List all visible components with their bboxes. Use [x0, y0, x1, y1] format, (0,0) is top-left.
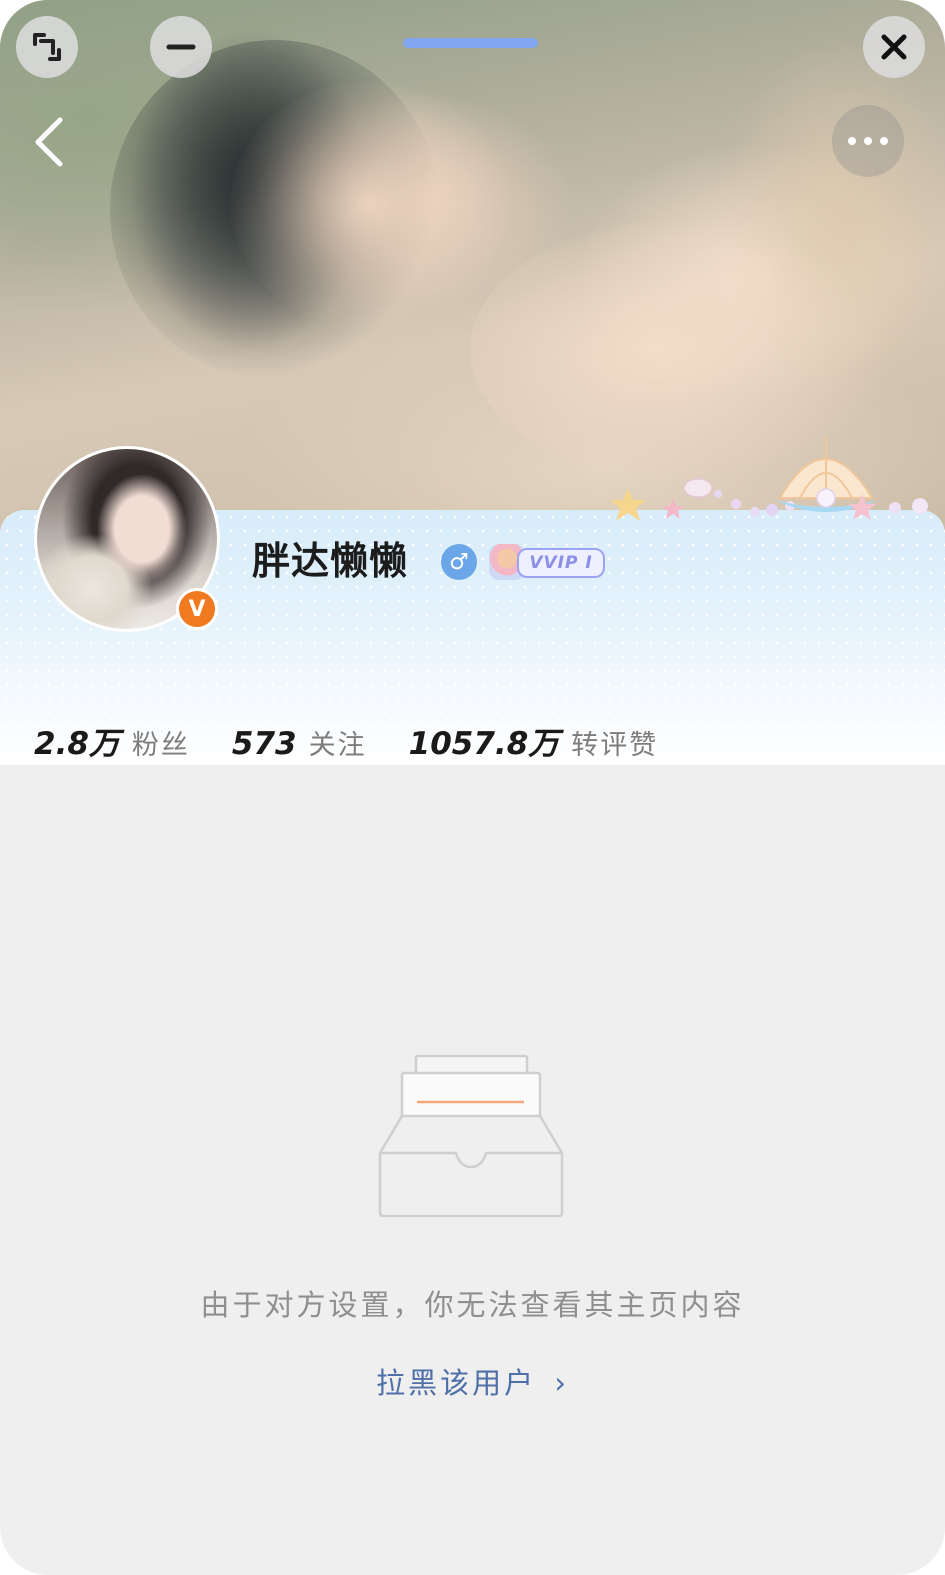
male-gender-icon: ♂ — [441, 544, 477, 580]
verified-badge: V — [176, 588, 218, 630]
stat-label: 转评赞 — [571, 730, 659, 761]
stat-value: 1057.8万 — [408, 726, 560, 762]
stat-engagement[interactable]: 1057.8万 转评赞 — [409, 718, 659, 763]
stat-followers[interactable]: 2.8万 粉丝 — [34, 718, 190, 763]
profile-screen: V 胖达懒懒 ♂ VVIP I 2.8万 粉丝 573 关注 1057.8万 转… — [0, 0, 945, 1575]
chevron-right-icon: › — [554, 1366, 569, 1400]
stat-label: 粉丝 — [131, 730, 190, 761]
minimize-button[interactable] — [150, 16, 212, 78]
more-horizontal-icon — [848, 137, 856, 145]
block-user-label: 拉黑该用户 — [376, 1366, 537, 1400]
drag-handle[interactable] — [403, 38, 538, 48]
stat-value: 2.8万 — [34, 726, 120, 762]
stats-row: 2.8万 粉丝 573 关注 1057.8万 转评赞 — [34, 718, 700, 768]
vip-label: VVIP I — [517, 548, 605, 578]
username: 胖达懒懒 — [252, 539, 409, 583]
restricted-profile-message: 由于对方设置，你无法查看其主页内容 — [200, 1288, 745, 1322]
collapse-window-button[interactable] — [16, 16, 78, 78]
stat-value: 573 — [231, 726, 297, 762]
close-icon — [881, 34, 907, 60]
seashell-decoration-icon — [610, 436, 928, 521]
back-button[interactable] — [28, 112, 76, 172]
minimize-icon — [166, 44, 196, 50]
close-button[interactable] — [863, 16, 925, 78]
block-user-link[interactable]: 拉黑该用户 › — [0, 1360, 945, 1402]
collapse-window-icon — [33, 33, 61, 61]
chevron-left-icon — [35, 117, 63, 167]
more-options-button[interactable] — [832, 105, 904, 177]
vip-badge[interactable]: VVIP I — [489, 542, 607, 582]
stat-following[interactable]: 573 关注 — [232, 723, 367, 762]
empty-tray-icon — [378, 1054, 564, 1218]
stat-label: 关注 — [308, 730, 367, 761]
